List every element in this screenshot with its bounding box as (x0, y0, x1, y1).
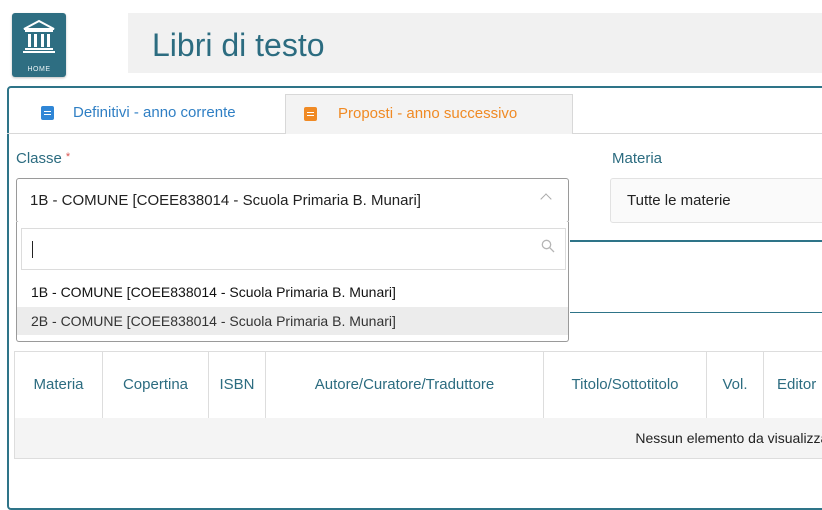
column-header-editore[interactable]: Editor (764, 352, 822, 418)
column-header-copertina[interactable]: Copertina (103, 352, 209, 418)
classe-label: Classe * (16, 150, 70, 167)
table-row: Nessun elemento da visualizzar (15, 418, 822, 458)
building-icon (23, 19, 55, 53)
tab-bar: Definitivi - anno corrente Proposti - an… (7, 94, 822, 134)
empty-message: Nessun elemento da visualizzar (635, 430, 822, 446)
classe-select[interactable]: 1B - COMUNE [COEE838014 - Scuola Primari… (16, 178, 569, 223)
book-icon (304, 107, 317, 121)
materia-select[interactable]: Tutte le materie (610, 178, 822, 223)
classe-label-text: Classe (16, 150, 62, 167)
classe-dropdown: 1B - COMUNE [COEE838014 - Scuola Primari… (16, 222, 569, 342)
books-table: Materia Copertina ISBN Autore/Curatore/T… (14, 351, 822, 459)
tab-definitivi-label: Definitivi - anno corrente (73, 104, 236, 121)
required-mark: * (65, 151, 71, 163)
column-header-materia[interactable]: Materia (15, 352, 103, 418)
materia-label: Materia (612, 150, 663, 167)
tab-definitivi[interactable]: Definitivi - anno corrente (29, 94, 279, 132)
title-bar: Libri di testo (128, 13, 822, 73)
table-header-row: Materia Copertina ISBN Autore/Curatore/T… (15, 352, 822, 419)
column-header-isbn[interactable]: ISBN (209, 352, 266, 418)
divider-line (570, 312, 822, 313)
home-label: HOME (27, 66, 51, 73)
classe-select-value: 1B - COMUNE [COEE838014 - Scuola Primari… (30, 192, 421, 209)
materia-select-value: Tutte le materie (627, 192, 731, 209)
home-button[interactable]: HOME (12, 13, 66, 77)
column-header-autore[interactable]: Autore/Curatore/Traduttore (266, 352, 544, 418)
column-header-titolo[interactable]: Titolo/Sottotitolo (544, 352, 707, 418)
search-icon (541, 239, 555, 253)
tab-proposti-label: Proposti - anno successivo (338, 105, 518, 122)
dropdown-option-highlighted[interactable]: 2B - COMUNE [COEE838014 - Scuola Primari… (17, 307, 568, 335)
book-icon (41, 106, 54, 120)
dropdown-search-input[interactable] (21, 228, 566, 270)
chevron-up-icon[interactable] (540, 193, 552, 205)
text-caret (32, 241, 33, 258)
divider-line (570, 240, 822, 242)
tab-proposti[interactable]: Proposti - anno successivo (285, 94, 573, 134)
page-title: Libri di testo (152, 27, 325, 63)
dropdown-option[interactable]: 1B - COMUNE [COEE838014 - Scuola Primari… (17, 278, 568, 306)
column-header-vol[interactable]: Vol. (707, 352, 764, 418)
